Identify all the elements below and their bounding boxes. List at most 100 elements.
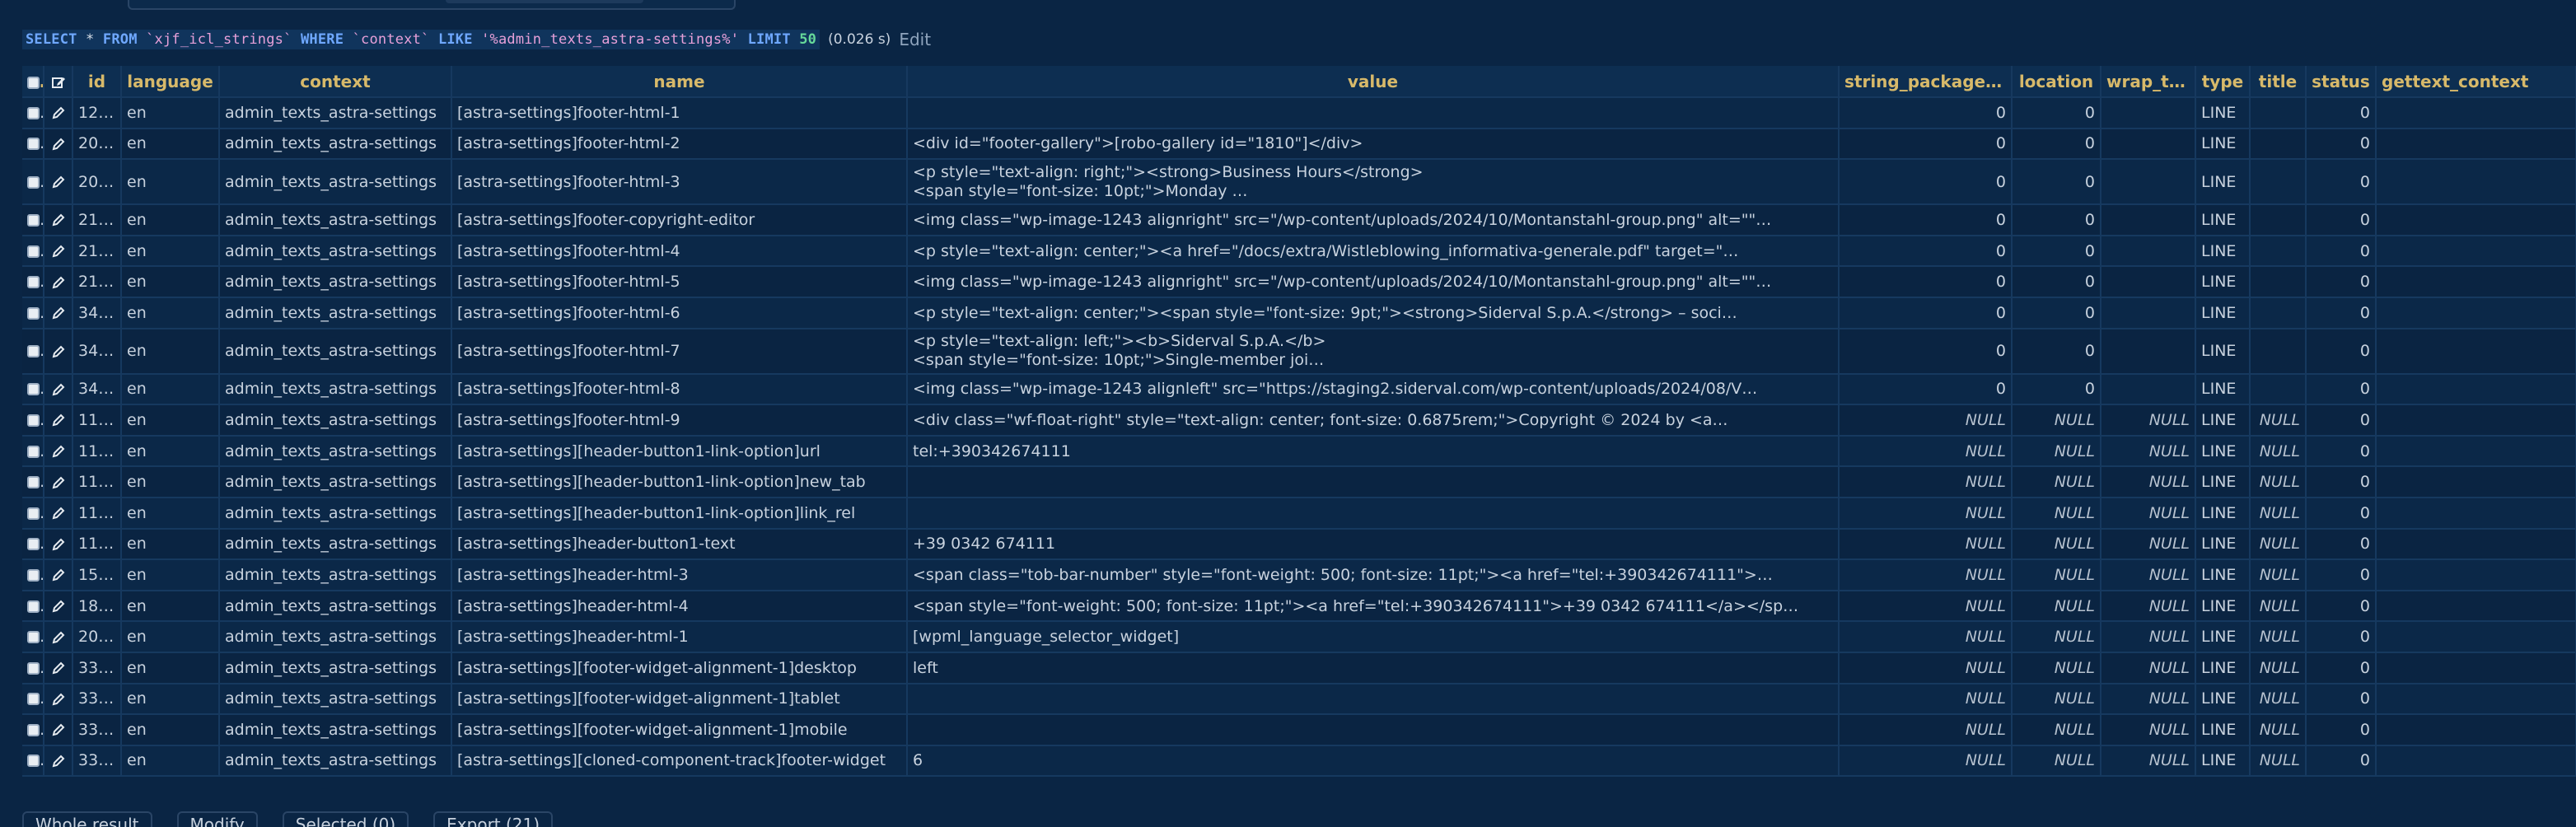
edit-query-link[interactable]: Edit: [899, 30, 931, 49]
pencil-icon[interactable]: [51, 722, 66, 737]
pencil-icon[interactable]: [51, 506, 66, 521]
row-checkbox[interactable]: [27, 245, 40, 258]
row-checkbox[interactable]: [27, 693, 40, 706]
cell-value[interactable]: <p style="text-align: right;"><strong>Bu…: [907, 159, 1840, 206]
row-select-cell[interactable]: [22, 590, 44, 623]
pencil-icon[interactable]: [51, 444, 66, 459]
cell-name[interactable]: [astra-settings]header-button1-text: [451, 528, 908, 561]
row-select-cell[interactable]: [22, 373, 44, 406]
cell-name[interactable]: [astra-settings]footer-html-9: [451, 404, 908, 437]
pencil-icon[interactable]: [51, 306, 66, 320]
row-edit-cell[interactable]: [44, 404, 73, 437]
cell-value[interactable]: left: [907, 652, 1840, 684]
cell-name[interactable]: [astra-settings]header-html-3: [451, 559, 908, 591]
pencil-icon[interactable]: [51, 213, 66, 227]
select-all-header[interactable]: [22, 66, 44, 98]
row-edit-cell[interactable]: [44, 621, 73, 653]
row-edit-cell[interactable]: [44, 466, 73, 498]
edit-all-header[interactable]: [44, 66, 73, 98]
row-checkbox[interactable]: [27, 106, 40, 119]
row-edit-cell[interactable]: [44, 652, 73, 684]
cell-value[interactable]: <img class="wp-image-1243 alignright" sr…: [907, 266, 1840, 298]
cell-name[interactable]: [astra-settings]footer-html-4: [451, 235, 908, 268]
cell-value[interactable]: <div id="footer-gallery">[robo-gallery i…: [907, 128, 1840, 161]
cell-value[interactable]: <div class="wf-float-right" style="text-…: [907, 404, 1840, 437]
cell-name[interactable]: [astra-settings]footer-html-3: [451, 159, 908, 206]
column-header-gettext-context[interactable]: gettext_context: [2376, 66, 2576, 98]
row-edit-cell[interactable]: [44, 97, 73, 129]
cell-name[interactable]: [astra-settings]header-html-1: [451, 621, 908, 653]
cell-name[interactable]: [astra-settings][header-button1-link-opt…: [451, 497, 908, 530]
cell-name[interactable]: [astra-settings]footer-html-2: [451, 128, 908, 161]
row-edit-cell[interactable]: [44, 683, 73, 716]
row-edit-cell[interactable]: [44, 235, 73, 268]
cell-value[interactable]: <img class="wp-image-1243 alignleft" src…: [907, 373, 1840, 406]
cell-name[interactable]: [astra-settings]footer-html-7: [451, 328, 908, 375]
row-select-cell[interactable]: [22, 652, 44, 684]
pencil-icon[interactable]: [51, 382, 66, 397]
row-checkbox[interactable]: [27, 600, 40, 613]
column-header-wrap-tag[interactable]: wrap_tag: [2101, 66, 2196, 98]
cell-value[interactable]: <span style="font-weight: 500; font-size…: [907, 590, 1840, 623]
pencil-icon[interactable]: [51, 344, 66, 359]
row-select-cell[interactable]: [22, 266, 44, 298]
row-checkbox[interactable]: [27, 631, 40, 644]
column-header-title[interactable]: title: [2250, 66, 2307, 98]
pencil-icon[interactable]: [51, 105, 66, 120]
row-checkbox[interactable]: [27, 476, 40, 489]
column-header-value[interactable]: value: [907, 66, 1840, 98]
cell-value[interactable]: [907, 497, 1840, 530]
cell-value[interactable]: +39 0342 674111: [907, 528, 1840, 561]
whole-result-button[interactable]: Whole result: [22, 811, 152, 827]
column-header-name[interactable]: name: [451, 66, 908, 98]
cell-name[interactable]: [astra-settings]footer-copyright-editor: [451, 204, 908, 236]
cell-value[interactable]: <img class="wp-image-1243 alignright" sr…: [907, 204, 1840, 236]
row-edit-cell[interactable]: [44, 528, 73, 561]
pencil-icon[interactable]: [51, 599, 66, 614]
row-select-cell[interactable]: [22, 159, 44, 206]
row-select-cell[interactable]: [22, 621, 44, 653]
sql-query[interactable]: SELECT * FROM `xjf_icl_strings` WHERE `c…: [22, 30, 820, 49]
row-checkbox[interactable]: [27, 414, 40, 427]
row-checkbox[interactable]: [27, 276, 40, 289]
row-select-cell[interactable]: [22, 97, 44, 129]
row-edit-cell[interactable]: [44, 559, 73, 591]
row-checkbox[interactable]: [27, 507, 40, 520]
column-header-location[interactable]: location: [2012, 66, 2101, 98]
select-all-checkbox[interactable]: [27, 76, 40, 89]
cell-value[interactable]: [907, 97, 1840, 129]
row-checkbox[interactable]: [27, 345, 40, 358]
pencil-icon[interactable]: [51, 537, 66, 552]
row-select-cell[interactable]: [22, 714, 44, 746]
cell-value[interactable]: <span class="tob-bar-number" style="font…: [907, 559, 1840, 591]
row-edit-cell[interactable]: [44, 373, 73, 406]
cell-name[interactable]: [astra-settings]footer-html-6: [451, 297, 908, 329]
row-checkbox[interactable]: [27, 538, 40, 551]
row-edit-cell[interactable]: [44, 745, 73, 778]
row-edit-cell[interactable]: [44, 590, 73, 623]
column-header-context[interactable]: context: [219, 66, 452, 98]
pencil-icon[interactable]: [51, 175, 66, 189]
row-checkbox[interactable]: [27, 445, 40, 458]
row-checkbox[interactable]: [27, 661, 40, 675]
pencil-icon[interactable]: [51, 275, 66, 290]
row-edit-cell[interactable]: [44, 435, 73, 468]
row-checkbox[interactable]: [27, 175, 40, 189]
row-select-cell[interactable]: [22, 128, 44, 161]
row-select-cell[interactable]: [22, 497, 44, 530]
export-button[interactable]: Export (21): [433, 811, 554, 827]
row-edit-cell[interactable]: [44, 204, 73, 236]
modify-button[interactable]: Modify: [176, 811, 258, 827]
cell-name[interactable]: [astra-settings][cloned-component-track]…: [451, 745, 908, 778]
column-header-type[interactable]: type: [2195, 66, 2251, 98]
cell-value[interactable]: [907, 683, 1840, 716]
row-select-cell[interactable]: [22, 683, 44, 716]
column-header-string-package-id[interactable]: string_package_id: [1839, 66, 2013, 98]
row-edit-cell[interactable]: [44, 128, 73, 161]
cell-value[interactable]: <p style="text-align: center;"><span sty…: [907, 297, 1840, 329]
cell-value[interactable]: [wpml_language_selector_widget]: [907, 621, 1840, 653]
cell-name[interactable]: [astra-settings]header-html-4: [451, 590, 908, 623]
row-checkbox[interactable]: [27, 306, 40, 320]
row-edit-cell[interactable]: [44, 714, 73, 746]
query-editor-handle[interactable]: [446, 0, 643, 3]
